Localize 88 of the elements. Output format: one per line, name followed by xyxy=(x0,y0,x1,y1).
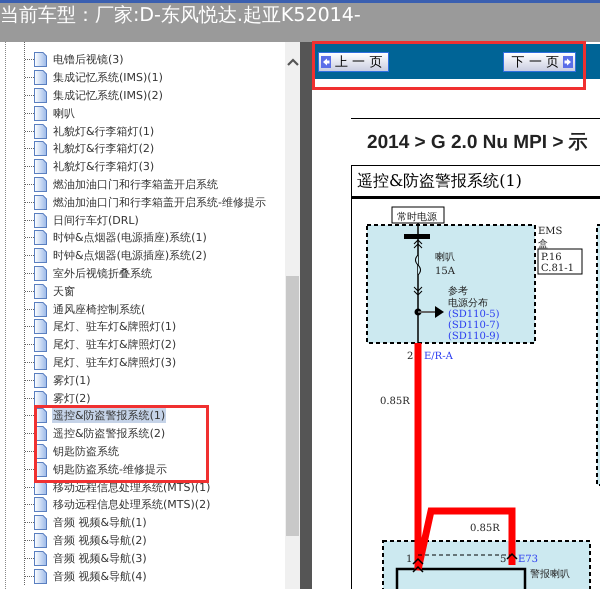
page-ref-frame xyxy=(538,248,582,274)
scrollbar[interactable] xyxy=(285,42,300,589)
previous-page-button[interactable]: 上 一 页 xyxy=(318,52,390,72)
document-icon xyxy=(34,230,47,246)
diagram-label: 2 xyxy=(407,351,414,362)
tree-item[interactable]: 礼貌灯&行李箱灯(2) xyxy=(52,141,156,156)
tree-item[interactable]: 时钟&点烟器(电源插座)系统(2) xyxy=(52,248,208,264)
diagram-label: 1 xyxy=(406,554,412,565)
tree-item[interactable]: 尾灯、驻车灯&牌照灯(1) xyxy=(52,319,178,334)
tree-item[interactable]: 音频 视频&导航(1) xyxy=(52,515,148,530)
tree-item[interactable]: 遥控&防盗警报系统(2) xyxy=(52,426,166,442)
document-icon xyxy=(34,124,47,139)
tree-item[interactable]: 钥匙防盗系统 xyxy=(52,444,120,459)
tree-item[interactable]: 移动远程信息处理系统(MTS)(2) xyxy=(52,497,212,512)
chevron-up-icon[interactable] xyxy=(286,58,298,66)
diagram-label: 喇叭 xyxy=(435,252,455,263)
tree-item[interactable]: 尾灯、驻车灯&牌照灯(2) xyxy=(52,337,178,352)
document-icon xyxy=(34,372,47,388)
tree-item[interactable]: 室外后视镜折叠系统 xyxy=(52,266,153,281)
document-icon xyxy=(34,52,47,68)
diagram-label: EMS xyxy=(538,226,562,237)
document-icon xyxy=(34,302,47,317)
document-icon xyxy=(34,70,47,86)
document-icon xyxy=(34,568,47,584)
diagram-label: 0.85R xyxy=(380,396,410,407)
document-icon xyxy=(34,248,47,264)
document-icon xyxy=(34,497,47,512)
next-page-button[interactable]: 下 一 页 xyxy=(502,52,576,72)
diagram-label: P.16 xyxy=(541,252,562,263)
window-title: 当前车型：厂家:D-东风悦达.起亚K52014- xyxy=(0,3,361,27)
document-icon xyxy=(34,159,47,174)
document-icon xyxy=(34,550,47,566)
document-icon xyxy=(34,319,47,334)
tree-item[interactable]: 日间行车灯(DRL) xyxy=(52,212,140,228)
tree-item[interactable]: 音频 视频&导航(3) xyxy=(52,550,148,566)
diagram-title: 遥控&防盗警报系统(1) xyxy=(352,166,600,199)
tree-item[interactable]: 时钟&点烟器(电源插座)系统(1) xyxy=(52,230,208,246)
document-icon xyxy=(34,194,47,210)
document-icon xyxy=(34,106,47,121)
tree-item[interactable]: 燃油加油口门和行李箱盖开启系统 xyxy=(52,176,219,192)
diagram-label: (SD110-5) xyxy=(448,309,500,320)
diagram-label: 0.85R xyxy=(470,523,500,534)
tree-item[interactable]: 尾灯、驻车灯&牌照灯(3) xyxy=(52,354,178,370)
tree-item[interactable]: 集成记忆系统(IMS)(1) xyxy=(52,70,164,86)
diagram-label: (SD110-7) xyxy=(448,320,500,331)
diagram-label: 5 xyxy=(500,554,506,565)
diagram-label: 参考 xyxy=(448,286,468,297)
arrow-left-icon xyxy=(321,56,331,68)
document-icon xyxy=(34,532,47,548)
document-icon xyxy=(34,515,47,530)
diagram-label: 盒 xyxy=(538,239,548,250)
document-icon xyxy=(34,390,47,406)
diagram-label: 常时电源 xyxy=(397,212,437,223)
tree-item[interactable]: 钥匙防盗系统-维修提示 xyxy=(52,462,168,477)
document-icon xyxy=(34,88,47,103)
diagram-label: E/R-A xyxy=(424,351,453,362)
tree-item[interactable]: 电镥后视镜(3) xyxy=(52,52,125,68)
tree-item[interactable]: 音频 视频&导航(2) xyxy=(52,532,148,548)
tree-item[interactable]: 天窗 xyxy=(52,284,76,299)
tree-item[interactable]: 通风座椅控制系统( xyxy=(52,302,146,317)
tree-item[interactable]: 集成记忆系统(IMS)(2) xyxy=(52,88,164,103)
diagram-label: (SD110-9) xyxy=(448,331,500,342)
document-icon xyxy=(34,354,47,370)
arrow-drawing xyxy=(414,306,444,318)
label-frame xyxy=(392,206,444,224)
tree-item[interactable]: 燃油加油口门和行李箱盖开启系统-维修提示 xyxy=(52,194,267,210)
diagram-label: 15A xyxy=(435,266,455,277)
diagram-label: 电源分布 xyxy=(448,298,488,309)
connector-icon xyxy=(412,552,518,573)
tree-item[interactable]: 礼貌灯&行李箱灯(3) xyxy=(52,159,156,174)
diagram-label: E73 xyxy=(518,554,538,565)
tree-item[interactable]: 遥控&防盗警报系统(1) xyxy=(52,408,166,424)
document-icon xyxy=(34,266,47,281)
document-icon xyxy=(34,284,47,299)
diagram-label: 警报喇叭 xyxy=(530,569,570,580)
arrow-right-icon xyxy=(563,56,573,68)
document-icon xyxy=(34,212,47,228)
document-icon xyxy=(34,337,47,352)
tree-item[interactable]: 音频 视频&导航(4) xyxy=(52,568,148,584)
tree-item[interactable]: 雾灯(1) xyxy=(52,372,92,388)
document-icon xyxy=(34,176,47,192)
breadcrumb-heading: 2014 > G 2.0 Nu MPI > 示 xyxy=(367,131,589,155)
tree-item[interactable]: 礼貌灯&行李箱灯(1) xyxy=(52,124,156,139)
document-icon xyxy=(34,141,47,156)
diagram-label: C.81-1 xyxy=(541,263,574,274)
scroll-thumb[interactable] xyxy=(286,276,299,536)
tree-item[interactable]: 雾灯(2) xyxy=(52,390,92,406)
tree-item[interactable]: 喇叭 xyxy=(52,106,76,121)
